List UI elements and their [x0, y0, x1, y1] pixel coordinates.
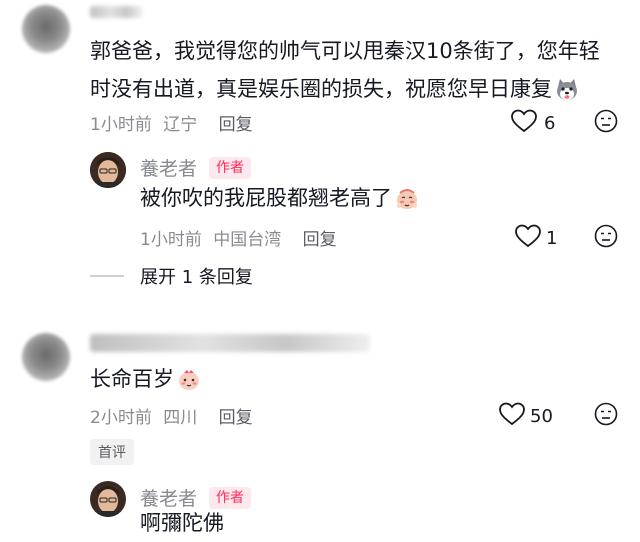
expand-replies-button[interactable]: 展开 1 条回复	[140, 263, 253, 289]
author-badge: 作者	[209, 156, 252, 179]
reply-time: 1小时前	[140, 230, 202, 250]
dislike-button[interactable]	[594, 109, 618, 137]
comment-text-line2: 时没有出道，真是娱乐圈的损失，祝愿您早日康复	[90, 77, 552, 101]
commenter-avatar[interactable]	[22, 5, 70, 53]
husky-emoji-icon	[554, 75, 580, 100]
reply-dislike-button[interactable]	[594, 224, 618, 252]
reply-button[interactable]: 回复	[219, 115, 253, 135]
comment-text: 郭爸爸，我觉得您的帅气可以甩秦汉10条街了，您年轻 时没有出道，真是娱乐圈的损失…	[90, 32, 630, 108]
commenter-avatar-2[interactable]	[22, 333, 70, 381]
reply-like-count: 1	[546, 227, 558, 249]
first-comment-tag-label: 首评	[98, 445, 126, 461]
author-name[interactable]: 養老者	[140, 154, 197, 181]
reply-text-content: 被你吹的我屁股都翘老高了	[140, 186, 392, 210]
like-button-2[interactable]: 50	[498, 401, 553, 431]
reply-like-button[interactable]: 1	[514, 223, 557, 253]
comment-text-line1: 郭爸爸，我觉得您的帅气可以甩秦汉10条街了，您年轻	[90, 39, 600, 63]
author-avatar-2[interactable]	[90, 481, 126, 517]
heart-icon	[498, 401, 526, 431]
expand-replies-label: 展开 1 条回复	[140, 267, 253, 288]
comment-text-2-content: 长命百岁	[90, 367, 174, 391]
reply-text-2-content: 啊彌陀佛	[140, 511, 224, 535]
comment-time: 1小时前	[90, 115, 152, 135]
comment-location-2: 四川	[163, 408, 198, 428]
heart-icon	[514, 223, 542, 253]
reply-text: 被你吹的我屁股都翘老高了	[140, 179, 420, 217]
neutral-face-icon	[594, 402, 618, 430]
commenter-name-blurred-2[interactable]	[90, 334, 370, 352]
like-button[interactable]: 6	[510, 108, 555, 138]
reply-button-2[interactable]: 回复	[219, 408, 253, 428]
comment-meta: 1小时前 辽宁 回复	[90, 110, 253, 135]
like-count: 6	[544, 112, 556, 134]
neutral-face-icon	[594, 109, 618, 137]
blushing-emoji-icon	[394, 184, 420, 209]
dislike-button-2[interactable]	[594, 402, 618, 430]
comment-meta-2: 2小时前 四川 回复	[90, 403, 253, 428]
author-avatar[interactable]	[90, 152, 126, 188]
heart-icon	[510, 108, 538, 138]
reply-meta: 1小时前 中国台湾 回复	[140, 225, 337, 250]
reply-author-row: 養老者 作者	[140, 154, 252, 181]
comment-time-2: 2小时前	[90, 408, 152, 428]
comment-text-2: 长命百岁	[90, 360, 202, 398]
like-count-2: 50	[530, 405, 553, 427]
commenter-name-blurred[interactable]	[90, 6, 142, 18]
bow-emoji-icon	[176, 365, 202, 390]
expand-divider	[90, 275, 124, 277]
first-comment-tag: 首评	[90, 439, 134, 465]
comment-location: 辽宁	[163, 115, 198, 135]
neutral-face-icon	[594, 224, 618, 252]
reply-reply-button[interactable]: 回复	[303, 230, 337, 250]
reply-text-2: 啊彌陀佛	[140, 504, 224, 542]
reply-location: 中国台湾	[213, 230, 282, 250]
